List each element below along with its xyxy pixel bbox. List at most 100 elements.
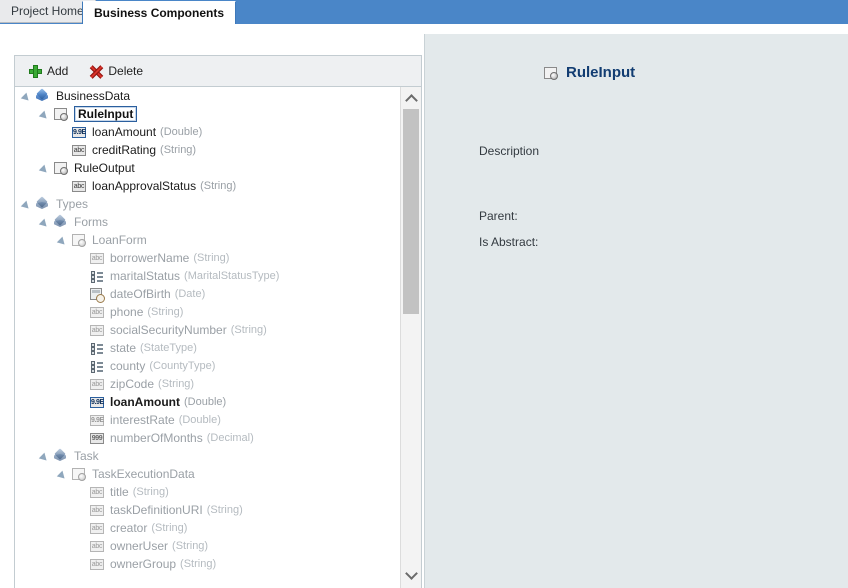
tree-row[interactable]: Types	[15, 195, 400, 213]
scroll-up-button[interactable]	[401, 89, 421, 109]
tree-row[interactable]: 9.9E interestRate (Double)	[15, 411, 400, 429]
tree-row-type: (String)	[230, 324, 267, 336]
tree-row-type: (Double)	[178, 414, 221, 426]
expand-arrow-icon[interactable]	[23, 200, 32, 209]
abc-icon: abc	[90, 325, 104, 336]
abc-icon: abc	[90, 505, 104, 516]
tree-row[interactable]: abc creator (String)	[15, 519, 400, 537]
tree-row[interactable]: abc loanApprovalStatus (String)	[15, 177, 400, 195]
detail-title-label: RuleInput	[566, 64, 636, 81]
tab-business-components-label: Business Components	[94, 6, 225, 20]
tree-row-type: (String)	[193, 252, 230, 264]
tree-row-label: creator	[110, 521, 148, 535]
tree-row-label: loanAmount	[92, 125, 157, 139]
tree-row-label: TaskExecutionData	[92, 467, 195, 481]
tree-row[interactable]: state (StateType)	[15, 339, 400, 357]
tree-row[interactable]: RuleInput	[15, 105, 400, 123]
tree-row[interactable]: abc socialSecurityNumber (String)	[15, 321, 400, 339]
tree-row-type: (String)	[180, 558, 217, 570]
detail-title: RuleInput	[543, 64, 635, 81]
tree-row[interactable]: abc ownerUser (String)	[15, 537, 400, 555]
tab-project-home-label: Project Home	[11, 4, 84, 18]
abc-icon: abc	[90, 541, 104, 552]
expand-arrow-icon[interactable]	[23, 92, 32, 101]
tree-row[interactable]: RuleOutput	[15, 159, 400, 177]
tree-row-type: (Double)	[184, 396, 227, 408]
tree-row[interactable]: abc phone (String)	[15, 303, 400, 321]
date-icon	[89, 286, 105, 303]
tree-row[interactable]: 999 numberOfMonths (Decimal)	[15, 429, 400, 447]
class-icon	[71, 466, 87, 482]
enum-icon	[89, 340, 105, 356]
tree-row-label: ownerGroup	[110, 557, 177, 571]
red-x-icon	[90, 65, 103, 78]
tree-row-label: BusinessData	[56, 89, 131, 103]
tree-row[interactable]: abc ownerGroup (String)	[15, 555, 400, 573]
tree-row-type: (Decimal)	[206, 432, 254, 444]
tree-row[interactable]: abc borrowerName (String)	[15, 249, 400, 267]
chevron-up-icon	[406, 94, 417, 105]
scroll-down-button[interactable]	[401, 564, 421, 584]
tree-row-label: numberOfMonths	[110, 431, 203, 445]
expand-arrow-icon[interactable]	[59, 470, 68, 479]
tree-row-label: taskDefinitionURI	[110, 503, 203, 517]
tree-row-type: (String)	[147, 306, 184, 318]
tree-row[interactable]: dateOfBirth (Date)	[15, 285, 400, 303]
expand-arrow-icon[interactable]	[41, 110, 50, 119]
number-icon: 9.9E	[72, 127, 86, 138]
detail-panel: RuleInput Description Edit Documentation…	[424, 34, 848, 588]
expand-arrow-icon[interactable]	[41, 218, 50, 227]
expand-arrow-icon[interactable]	[41, 164, 50, 173]
class-icon	[53, 160, 69, 176]
delete-button[interactable]: Delete	[90, 64, 143, 78]
tree-row-type: (CountyType)	[149, 360, 216, 372]
tree-row[interactable]: Task	[15, 447, 400, 465]
tree-row[interactable]: abc title (String)	[15, 483, 400, 501]
tree-body: BusinessData RuleInput 9.9E loanAmount (Doub…	[15, 87, 421, 588]
chevron-down-icon	[406, 569, 417, 580]
enum-icon	[89, 358, 105, 374]
tree-scroll-area[interactable]: BusinessData RuleInput 9.9E loanAmount (Doub…	[15, 87, 400, 588]
tree-row[interactable]: maritalStatus (MaritalStatusType)	[15, 267, 400, 285]
tree-row[interactable]: abc creditRating (String)	[15, 141, 400, 159]
tree-row[interactable]: TaskExecutionData	[15, 465, 400, 483]
parent-label: Parent:	[479, 209, 518, 223]
number-icon: 9.9E	[90, 397, 104, 408]
add-button-label: Add	[47, 64, 69, 78]
tree-row-label: RuleInput	[74, 106, 138, 122]
tree-row[interactable]: abc zipCode (String)	[15, 375, 400, 393]
tree-row-type: (StateType)	[140, 342, 197, 354]
tree-row[interactable]: county (CountyType)	[15, 357, 400, 375]
tree-vertical-scrollbar[interactable]	[400, 87, 421, 588]
tree-row[interactable]: LoanForm	[15, 231, 400, 249]
tree-row[interactable]: Forms	[15, 213, 400, 231]
abc-icon: abc	[90, 253, 104, 264]
tree-toolbar: Add Delete	[15, 56, 421, 87]
tab-business-components[interactable]: Business Components	[82, 1, 237, 24]
expand-arrow-icon[interactable]	[59, 236, 68, 245]
add-button[interactable]: Add	[29, 64, 68, 78]
diamond-icon	[53, 448, 69, 464]
scrollbar-thumb[interactable]	[403, 109, 419, 314]
abc-icon: abc	[90, 307, 104, 318]
tree-row[interactable]: 9.9E loanAmount (Double)	[15, 393, 400, 411]
expand-arrow-icon[interactable]	[41, 452, 50, 461]
tree-row-label: socialSecurityNumber	[110, 323, 227, 337]
tree-row[interactable]: 9.9E loanAmount (Double)	[15, 123, 400, 141]
tree-row-label: Types	[56, 197, 89, 211]
plus-icon	[29, 64, 42, 78]
tree-row-label: borrowerName	[110, 251, 190, 265]
tree-row[interactable]: abc taskDefinitionURI (String)	[15, 501, 400, 519]
delete-button-label: Delete	[108, 64, 144, 78]
tree-row[interactable]: BusinessData	[15, 87, 400, 105]
tree-row-type: (String)	[132, 486, 169, 498]
